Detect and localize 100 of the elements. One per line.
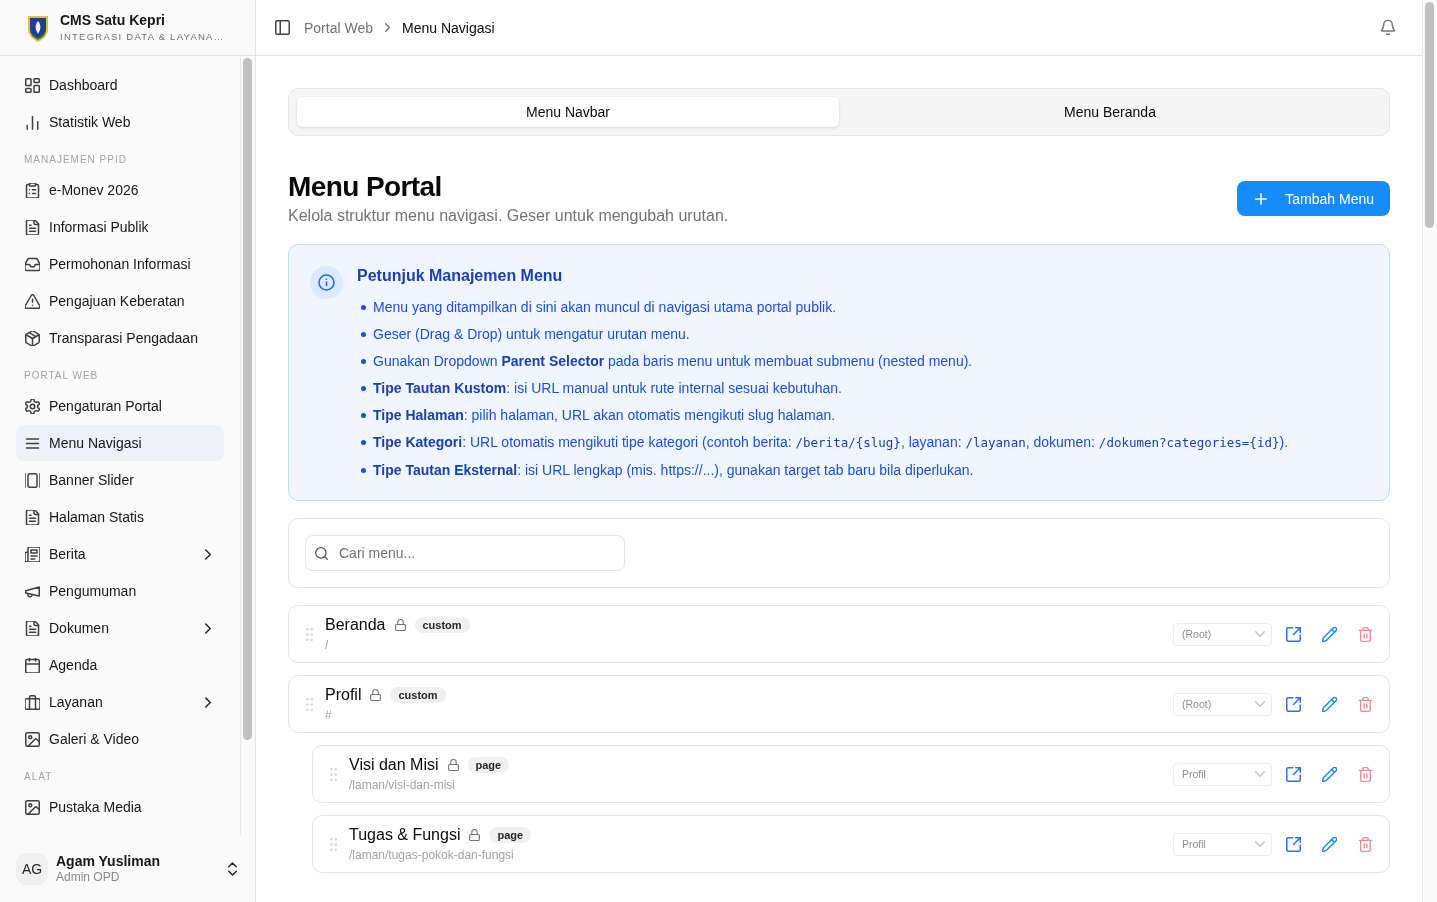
- chevron-down-icon: [1255, 701, 1265, 707]
- sidebar-item[interactable]: Galeri & Video: [16, 721, 224, 757]
- chevron-down-icon: [1255, 631, 1265, 637]
- brand-name: CMS Satu Kepri: [60, 12, 166, 29]
- link-type-tag: page: [467, 757, 510, 773]
- info-text: Menu yang ditampilkan di sini akan muncul di navigasi utama portal publik.: [373, 298, 837, 317]
- newspaper-icon: [25, 546, 40, 562]
- menu-item-title: Tugas & Fungsi: [349, 825, 461, 845]
- info-text: Tipe Halaman: pilih halaman, URL akan otomatis mengikuti slug halaman.: [373, 406, 836, 425]
- info-icon: [310, 266, 343, 299]
- menu-item-url: /laman/tugas-pokok-dan-fungsi: [349, 847, 515, 863]
- page-title: Menu Portal: [288, 171, 443, 203]
- tab[interactable]: Menu Beranda: [839, 97, 1381, 127]
- sidebar-item[interactable]: Banner Slider: [16, 462, 224, 498]
- drag-handle-icon[interactable]: [306, 627, 313, 641]
- trash-icon: [1357, 836, 1373, 852]
- bullet-icon: [361, 385, 366, 391]
- user-avatar: AG: [16, 852, 48, 885]
- megaphone-icon: [25, 583, 40, 599]
- briefcase-icon: [25, 694, 40, 710]
- sidebar-item[interactable]: Halaman Statis: [16, 499, 224, 535]
- document-icon: [25, 620, 40, 636]
- link-type-tag: custom: [390, 687, 446, 703]
- sidebar-item[interactable]: Informasi Publik: [16, 209, 224, 245]
- gallery-icon: [25, 472, 40, 488]
- pencil-icon: [1321, 836, 1337, 852]
- bell-icon[interactable]: [1381, 20, 1395, 35]
- tab[interactable]: Menu Navbar: [297, 97, 839, 127]
- pencil-icon: [1321, 766, 1337, 782]
- page-subtitle: Kelola struktur menu navigasi. Geser untuk mengubah urutan.: [288, 206, 729, 226]
- section-heading: MANAJEMEN PPID: [23, 153, 128, 167]
- sidebar-toggle-icon[interactable]: [275, 20, 290, 35]
- sidebar-item[interactable]: Pengumuman: [16, 573, 224, 609]
- menu-item-title: Profil: [325, 685, 362, 705]
- info-title: Petunjuk Manajemen Menu: [357, 266, 564, 286]
- menu-item-title: Beranda: [325, 615, 386, 635]
- external-link-icon: [1285, 626, 1301, 642]
- pencil-icon: [1321, 696, 1337, 712]
- sidebar-item[interactable]: Menu Navigasi: [16, 425, 224, 461]
- breadcrumb-current: Menu Navigasi: [402, 19, 495, 36]
- scrollbar-thumb[interactable]: [1425, 2, 1434, 228]
- image-icon: [25, 731, 40, 747]
- menu-item-url: #: [325, 707, 333, 723]
- user-name: Agam Yusliman: [56, 852, 161, 870]
- chevron-down-icon: [1255, 771, 1265, 777]
- bullet-icon: [361, 412, 366, 418]
- drag-handle-icon[interactable]: [330, 837, 337, 851]
- search-field[interactable]: Cari menu...: [305, 535, 625, 571]
- bullet-icon: [361, 304, 366, 310]
- sidebar-item[interactable]: Transparasi Pengadaan: [16, 320, 224, 356]
- sidebar-item[interactable]: Pengaturan Portal: [16, 388, 224, 424]
- image-icon: [25, 799, 40, 815]
- sidebar-item[interactable]: e-Monev 2026: [16, 172, 224, 208]
- external-link-icon: [1285, 696, 1301, 712]
- plus-icon: [1255, 192, 1268, 205]
- package-icon: [25, 330, 40, 346]
- settings-icon: [25, 398, 40, 414]
- sidebar-item[interactable]: Permohonan Informasi: [16, 246, 224, 282]
- grid-icon: [25, 77, 40, 93]
- sidebar-item[interactable]: Berita: [16, 536, 224, 572]
- menu-icon: [25, 435, 40, 451]
- chevrons-up-down-icon[interactable]: [228, 861, 237, 876]
- info-text: Tipe Tautan Kustom: isi URL manual untuk rute internal sesuai kebutuhan.: [373, 379, 842, 398]
- info-text: Tipe Tautan Eksternal: isi URL lengkap (mis. https://...), gunakan target tab baru bila diperlukan.: [373, 461, 974, 480]
- scrollbar-thumb[interactable]: [243, 58, 252, 740]
- info-text: Tipe Kategori: URL otomatis mengikuti tipe kategori (contoh berita: /berita/{slug}, layanan: /layanan, dokumen: /dokumen?categories={id}).: [373, 433, 1289, 452]
- menu-item-url: /laman/visi-dan-misi: [349, 777, 457, 793]
- calendar-icon: [25, 657, 40, 673]
- trash-icon: [1357, 696, 1373, 712]
- pencil-icon: [1321, 626, 1337, 642]
- info-text: Geser (Drag & Drop) untuk mengatur urutan menu.: [373, 325, 690, 344]
- link-type-tag: custom: [414, 617, 470, 633]
- document-icon: [25, 219, 40, 235]
- trash-icon: [1357, 766, 1373, 782]
- external-link-icon: [1285, 766, 1301, 782]
- info-text: Gunakan Dropdown Parent Selector pada baris menu untuk membuat submenu (nested menu).: [373, 352, 973, 371]
- sidebar-item[interactable]: Statistik Web: [16, 104, 224, 140]
- search-icon: [315, 546, 328, 560]
- section-heading: PORTAL WEB: [23, 369, 100, 383]
- document-icon: [25, 509, 40, 525]
- sidebar-item[interactable]: Agenda: [16, 647, 224, 683]
- clipboard-icon: [25, 182, 40, 198]
- bullet-icon: [361, 440, 366, 445]
- section-heading: ALAT: [23, 770, 54, 784]
- sidebar-item[interactable]: Dokumen: [16, 610, 224, 646]
- menu-item-title: Visi dan Misi: [349, 755, 439, 775]
- user-role: Admin OPD: [56, 869, 121, 885]
- drag-handle-icon[interactable]: [306, 697, 313, 711]
- sidebar-item[interactable]: Layanan: [16, 684, 224, 720]
- menu-item-url: /: [325, 637, 330, 653]
- warning-icon: [25, 293, 40, 309]
- sidebar-item[interactable]: Pustaka Media: [16, 789, 224, 825]
- bullet-icon: [361, 358, 366, 364]
- sidebar-item[interactable]: Pengajuan Keberatan: [16, 283, 224, 319]
- bullet-icon: [361, 331, 366, 337]
- breadcrumb-link[interactable]: Portal Web: [304, 19, 373, 36]
- drag-handle-icon[interactable]: [330, 767, 337, 781]
- sidebar-item[interactable]: Dashboard: [16, 67, 224, 103]
- inbox-icon: [25, 256, 40, 272]
- trash-icon: [1357, 626, 1373, 642]
